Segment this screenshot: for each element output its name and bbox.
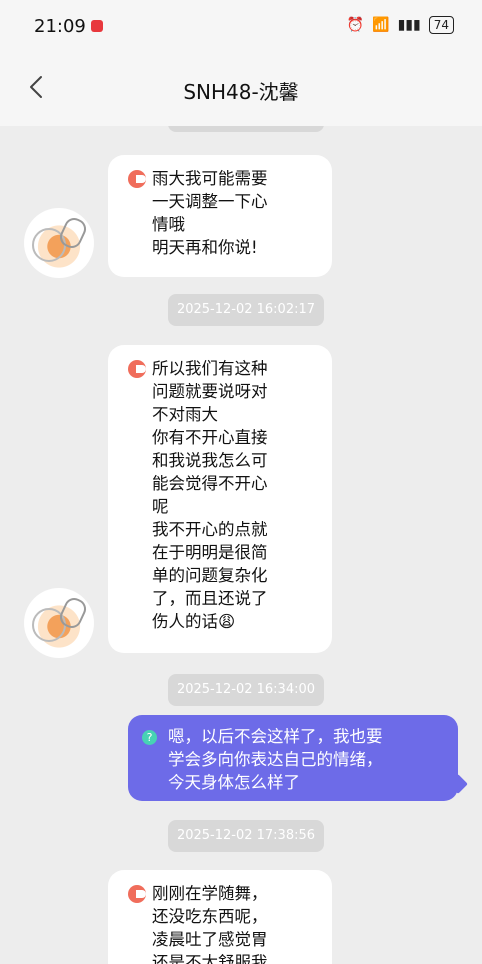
timestamp: 2025-12-02 17:38:56: [168, 820, 324, 852]
message-text: 嗯，以后不会这样了，我也要 学会多向你表达自己的情绪， 今天身体怎么样了: [168, 727, 383, 792]
message-bubble-outgoing[interactable]: ? 嗯，以后不会这样了，我也要 学会多向你表达自己的情绪， 今天身体怎么样了: [128, 715, 458, 801]
message-text: 雨大我可能需要 一天调整一下心 情哦 明天再和你说!: [152, 169, 268, 257]
timestamp: 2025-12-02 16:34:00: [168, 674, 324, 706]
message-icon: [128, 170, 146, 188]
status-icons: ⏰ 📶 ▮▮▮ 74: [347, 16, 454, 34]
message-icon: [128, 885, 146, 903]
chat-title: SNH48-沈馨: [183, 80, 299, 104]
wifi-icon: 📶: [372, 17, 390, 33]
message-bubble[interactable]: 所以我们有这种 问题就要说呀对 不对雨大 你有不开心直接 和我说我怎么可 能会觉…: [108, 345, 332, 653]
timestamp-stub: [168, 126, 324, 132]
message-list[interactable]: 雨大我可能需要 一天调整一下心 情哦 明天再和你说! 2025-12-02 16…: [0, 126, 482, 964]
message-text: 所以我们有这种 问题就要说呀对 不对雨大 你有不开心直接 和我说我怎么可 能会觉…: [152, 359, 268, 631]
message-icon: [128, 360, 146, 378]
battery-icon: 74: [428, 16, 454, 34]
alarm-icon: ⏰: [346, 17, 365, 33]
notification-icon: [91, 20, 103, 32]
avatar[interactable]: [24, 588, 94, 658]
question-icon: ?: [142, 730, 157, 745]
message-bubble[interactable]: 刚刚在学随舞， 还没吃东西呢， 凌晨吐了感觉胃 还是不太舒服我: [108, 870, 332, 964]
avatar[interactable]: [24, 208, 94, 278]
timestamp: 2025-12-02 16:02:17: [168, 294, 324, 326]
chat-header: SNH48-沈馨: [0, 54, 482, 126]
signal-icon: ▮▮▮: [397, 17, 421, 33]
message-bubble[interactable]: 雨大我可能需要 一天调整一下心 情哦 明天再和你说!: [108, 155, 332, 277]
status-bar: 21:09 ⏰ 📶 ▮▮▮ 74: [0, 0, 482, 54]
message-text: 刚刚在学随舞， 还没吃东西呢， 凌晨吐了感觉胃 还是不太舒服我: [152, 884, 268, 964]
status-time: 21:09: [34, 16, 86, 37]
